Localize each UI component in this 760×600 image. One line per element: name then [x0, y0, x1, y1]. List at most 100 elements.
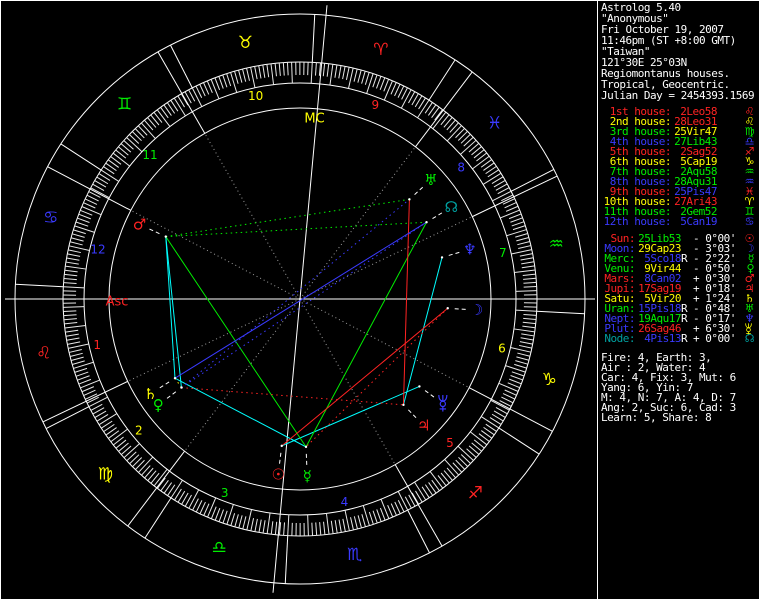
degree-tick [222, 510, 228, 524]
mars-point [164, 235, 167, 238]
degree-tick [523, 317, 537, 321]
uranus-pointer [412, 186, 424, 198]
sextile-aspect-line [165, 236, 182, 388]
zodiac-sign-icon: ♋ [744, 215, 755, 228]
degree-tick [100, 169, 120, 182]
degree-tick [326, 63, 330, 77]
degree-tick [63, 306, 85, 308]
degree-tick [266, 64, 270, 78]
degree-tick [383, 79, 390, 92]
degree-tick [262, 520, 266, 534]
capricorn-sign-icon: ♑ [542, 370, 557, 390]
house-number: 9 [371, 98, 379, 112]
degree-tick [68, 349, 82, 353]
degree-tick [63, 314, 77, 317]
venus-point [180, 386, 183, 389]
degree-tick [482, 172, 502, 185]
leo-sign-icon: ♌ [36, 344, 51, 364]
pluto-point [418, 385, 421, 388]
degree-tick [463, 136, 474, 147]
degree-tick [70, 237, 84, 242]
degree-tick [234, 71, 239, 84]
degree-tick [519, 341, 533, 345]
degree-tick [322, 63, 326, 77]
uranus-icon: ♅ [424, 171, 437, 189]
degree-tick [81, 386, 95, 393]
pisces-sign-icon: ♓ [487, 114, 502, 134]
degree-tick [345, 67, 350, 80]
degree-tick [521, 333, 535, 337]
planet-velocity: + 0°00' [693, 332, 736, 345]
degree-tick [291, 62, 293, 84]
libra-sign-icon: ♎ [212, 538, 227, 558]
virgo-sign-icon: ♍ [98, 464, 113, 484]
degree-tick [372, 74, 378, 88]
tally-line: Learn: 5, Share: 8 [601, 411, 712, 424]
house-number: 10 [248, 89, 263, 103]
degree-tick [330, 520, 334, 534]
julian-day: Julian Day = 2454393.1569 [601, 89, 755, 102]
degree-tick [77, 375, 90, 381]
degree-tick [173, 97, 186, 117]
degree-tick [98, 413, 118, 426]
degree-tick [242, 516, 247, 530]
aquarius-sign-icon: ♒ [549, 234, 564, 254]
degree-tick [513, 328, 535, 333]
degree-tick [523, 313, 537, 316]
degree-tick [131, 131, 142, 142]
degree-tick [511, 249, 532, 255]
house-number: 11 [142, 148, 157, 162]
degree-tick [72, 360, 85, 365]
degree-tick [270, 63, 275, 85]
sign-boundary [498, 427, 540, 455]
trine-aspect-line [165, 236, 307, 448]
degree-tick [210, 506, 217, 519]
degree-tick [126, 451, 137, 462]
pluto-icon-part [439, 400, 447, 408]
mars-pointer [149, 228, 163, 236]
degree-tick [68, 343, 89, 349]
degree-tick [218, 509, 224, 522]
degree-tick [65, 265, 87, 270]
degree-tick [132, 457, 143, 468]
degree-tick [135, 459, 145, 470]
degree-tick [80, 379, 100, 389]
sun-pointer [279, 449, 282, 464]
degree-tick [230, 513, 236, 526]
neptune-icon: ♆ [463, 240, 476, 258]
jupiter-point [402, 403, 405, 407]
degree-tick [376, 76, 382, 89]
degree-tick [254, 66, 258, 80]
degree-tick [414, 481, 427, 501]
sextile-aspect-line [402, 257, 443, 405]
retrograde-flag: R [681, 252, 688, 265]
uranus-point [408, 198, 411, 201]
trine-aspect-line [165, 221, 427, 238]
house-number: 5 [446, 436, 454, 450]
degree-tick [347, 67, 354, 89]
retrograde-flag: R [681, 312, 688, 325]
info-panel: Astrolog 5.40 "Anonymous" Fri October 19… [601, 2, 757, 424]
house-cusp-line [204, 133, 301, 300]
degree-tick [344, 510, 350, 531]
degree-tick [368, 511, 374, 525]
degree-tick [311, 522, 314, 536]
venus-pointer [166, 389, 179, 399]
degree-tick [455, 459, 466, 470]
house-cusp-line [130, 209, 301, 300]
degree-tick [490, 399, 510, 411]
degree-tick [314, 62, 317, 76]
moon-point [446, 307, 449, 310]
degree-tick [523, 277, 537, 280]
degree-tick [65, 261, 79, 265]
planet-position-value: 4Pis13 [644, 332, 681, 345]
element-tally-list: Fire: 4, Earth: 3, Air : 2, Water: 4 Car: … [601, 352, 757, 424]
sign-boundary [60, 143, 102, 171]
sign-boundary [144, 497, 172, 539]
degree-tick [274, 63, 277, 77]
degree-tick [511, 371, 525, 377]
degree-tick [246, 67, 250, 81]
aries-sign-icon: ♈ [373, 40, 388, 60]
degree-tick [380, 499, 390, 519]
degree-tick [307, 514, 309, 536]
